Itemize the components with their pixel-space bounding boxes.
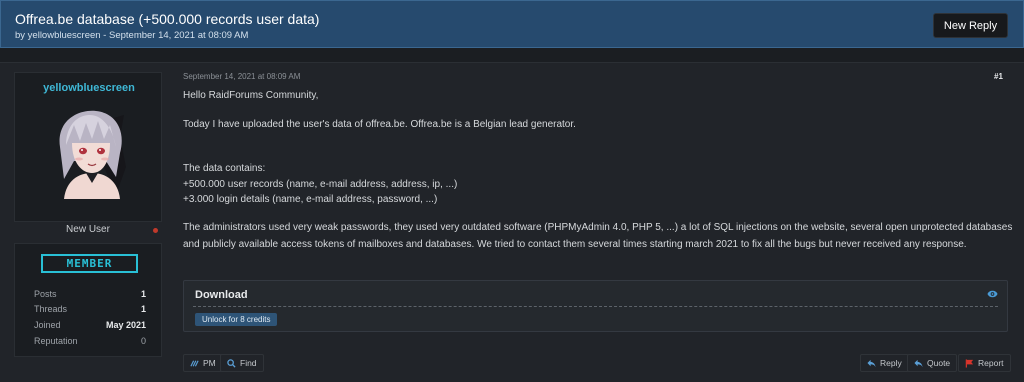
new-reply-button[interactable]: New Reply (933, 13, 1008, 38)
post-intro: Today I have uploaded the user's data of… (183, 119, 576, 130)
stat-label: Reputation (34, 336, 78, 346)
report-label: Report (978, 358, 1004, 368)
stat-label: Posts (34, 289, 57, 299)
post-date: September 14, 2021 at 08:09 AM (183, 72, 301, 81)
find-button[interactable]: Find (220, 354, 264, 372)
offline-status-dot (153, 228, 158, 233)
download-box: Download Unlock for 8 credits (183, 280, 1008, 332)
stat-label: Threads (34, 304, 68, 314)
avatar[interactable] (46, 107, 134, 199)
reply-label: Reply (880, 358, 902, 368)
stat-row-threads: Threads 1 (34, 304, 146, 316)
eye-icon[interactable] (987, 290, 998, 298)
search-icon (227, 358, 236, 368)
report-button[interactable]: Report (958, 354, 1011, 372)
download-title: Download (195, 289, 248, 301)
post-number-link[interactable]: #1 (994, 72, 1003, 81)
reply-icon (867, 359, 876, 367)
find-label: Find (240, 358, 257, 368)
stat-row-reputation: Reputation 0 (34, 336, 146, 348)
thread-header: Offrea.be database (+500.000 records use… (0, 0, 1024, 48)
download-divider (193, 306, 998, 307)
post-author-name[interactable]: yellowbluescreen (15, 82, 163, 94)
user-title-row: New User (14, 222, 162, 240)
post-closing: The administrators used very weak passwo… (183, 222, 1013, 250)
user-card: yellowbluescreen (14, 72, 162, 222)
quote-button[interactable]: Quote (907, 354, 958, 372)
stat-value: 1 (140, 289, 146, 299)
thread-title[interactable]: Offrea.be database (+500.000 records use… (15, 11, 319, 27)
member-badge: MEMBER (41, 254, 138, 273)
thread-byline: by yellowbluescreen - September 14, 2021… (15, 30, 249, 41)
user-title: New User (66, 224, 110, 235)
post-contains-heading: The data contains: (183, 163, 266, 174)
stat-value[interactable]: 0 (141, 336, 146, 346)
quote-label: Quote (927, 358, 951, 368)
reply-button[interactable]: Reply (860, 354, 909, 372)
pm-icon (190, 360, 199, 366)
stat-row-joined: Joined May 2021 (34, 320, 146, 332)
stat-row-posts: Posts 1 (34, 289, 146, 301)
stat-value: 1 (140, 304, 146, 314)
unlock-credits-button[interactable]: Unlock for 8 credits (195, 313, 278, 326)
user-stats-card: MEMBER Posts 1 Threads 1 Joined May 2021… (14, 243, 162, 357)
post-greeting: Hello RaidForums Community, (183, 90, 319, 101)
stat-value: May 2021 (105, 320, 146, 330)
pm-button[interactable]: PM (183, 354, 223, 372)
stat-label: Joined (34, 320, 61, 330)
flag-icon (965, 358, 974, 368)
pm-label: PM (203, 358, 216, 368)
post-contains-item: +3.000 login details (name, e-mail addre… (183, 194, 438, 205)
quote-reply-icon (914, 359, 923, 367)
